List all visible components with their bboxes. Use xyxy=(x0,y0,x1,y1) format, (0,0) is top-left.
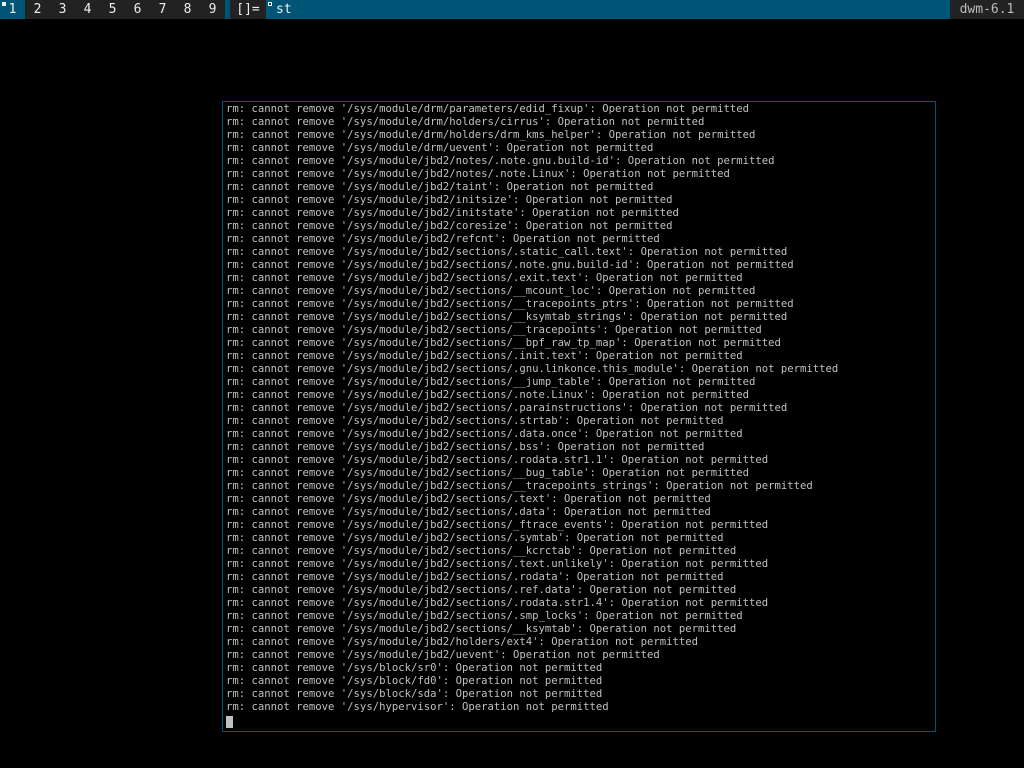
terminal-line: rm: cannot remove '/sys/module/jbd2/sect… xyxy=(226,597,769,609)
terminal-line: rm: cannot remove '/sys/hypervisor': Ope… xyxy=(226,701,609,713)
terminal-line: rm: cannot remove '/sys/module/jbd2/sect… xyxy=(226,298,794,310)
terminal-line: rm: cannot remove '/sys/module/jbd2/sect… xyxy=(226,467,749,479)
terminal-line: rm: cannot remove '/sys/module/jbd2/sect… xyxy=(226,428,743,440)
terminal-line: rm: cannot remove '/sys/module/jbd2/sect… xyxy=(226,454,769,466)
tag-8[interactable]: 8 xyxy=(175,0,200,19)
terminal-line: rm: cannot remove '/sys/module/jbd2/sect… xyxy=(226,415,724,427)
terminal-line: rm: cannot remove '/sys/module/jbd2/tain… xyxy=(226,181,654,193)
terminal-line: rm: cannot remove '/sys/module/jbd2/ueve… xyxy=(226,649,660,661)
layout-symbol[interactable]: []= xyxy=(230,0,266,19)
terminal-line: rm: cannot remove '/sys/module/drm/holde… xyxy=(226,116,705,128)
terminal-line: rm: cannot remove '/sys/module/jbd2/sect… xyxy=(226,584,737,596)
floating-indicator-icon xyxy=(268,2,272,6)
terminal-line: rm: cannot remove '/sys/module/jbd2/core… xyxy=(226,220,673,232)
window-title: st xyxy=(276,2,292,17)
terminal-line: rm: cannot remove '/sys/module/jbd2/sect… xyxy=(226,376,756,388)
tag-7[interactable]: 7 xyxy=(150,0,175,19)
terminal-line: rm: cannot remove '/sys/module/jbd2/sect… xyxy=(226,532,724,544)
tag-4[interactable]: 4 xyxy=(75,0,100,19)
terminal-line: rm: cannot remove '/sys/module/jbd2/sect… xyxy=(226,259,794,271)
terminal-line: rm: cannot remove '/sys/module/jbd2/sect… xyxy=(226,480,813,492)
tag-9[interactable]: 9 xyxy=(200,0,225,19)
terminal-line: rm: cannot remove '/sys/module/drm/ueven… xyxy=(226,142,654,154)
terminal-line: rm: cannot remove '/sys/module/jbd2/sect… xyxy=(226,389,749,401)
tag-3[interactable]: 3 xyxy=(50,0,75,19)
terminal-window[interactable]: rm: cannot remove '/sys/module/drm/param… xyxy=(222,101,936,732)
terminal-line: rm: cannot remove '/sys/module/jbd2/init… xyxy=(226,207,679,219)
terminal-line: rm: cannot remove '/sys/module/jbd2/sect… xyxy=(226,441,705,453)
terminal-line: rm: cannot remove '/sys/module/jbd2/sect… xyxy=(226,545,737,557)
terminal-line: rm: cannot remove '/sys/module/jbd2/init… xyxy=(226,194,673,206)
terminal-line: rm: cannot remove '/sys/module/jbd2/sect… xyxy=(226,324,762,336)
terminal-line: rm: cannot remove '/sys/block/fd0': Oper… xyxy=(226,675,603,687)
terminal-line: rm: cannot remove '/sys/module/jbd2/sect… xyxy=(226,610,743,622)
tag-6[interactable]: 6 xyxy=(125,0,150,19)
terminal-line: rm: cannot remove '/sys/block/sda': Oper… xyxy=(226,688,603,700)
terminal-output: rm: cannot remove '/sys/module/drm/param… xyxy=(226,103,932,728)
terminal-line: rm: cannot remove '/sys/module/jbd2/sect… xyxy=(226,493,711,505)
terminal-line: rm: cannot remove '/sys/module/jbd2/sect… xyxy=(226,571,724,583)
terminal-line: rm: cannot remove '/sys/module/jbd2/sect… xyxy=(226,506,711,518)
terminal-line: rm: cannot remove '/sys/module/drm/param… xyxy=(226,103,749,115)
tag-2[interactable]: 2 xyxy=(25,0,50,19)
occupied-indicator-icon xyxy=(2,2,6,6)
terminal-line: rm: cannot remove '/sys/module/drm/holde… xyxy=(226,129,756,141)
terminal-line: rm: cannot remove '/sys/module/jbd2/sect… xyxy=(226,337,781,349)
terminal-line: rm: cannot remove '/sys/module/jbd2/sect… xyxy=(226,623,737,635)
terminal-line: rm: cannot remove '/sys/module/jbd2/note… xyxy=(226,155,775,167)
terminal-line: rm: cannot remove '/sys/block/sr0': Oper… xyxy=(226,662,603,674)
terminal-line: rm: cannot remove '/sys/module/jbd2/sect… xyxy=(226,558,769,570)
tag-1[interactable]: 1 xyxy=(0,0,25,19)
terminal-line: rm: cannot remove '/sys/module/jbd2/sect… xyxy=(226,363,839,375)
terminal-line: rm: cannot remove '/sys/module/jbd2/sect… xyxy=(226,272,743,284)
tag-5[interactable]: 5 xyxy=(100,0,125,19)
terminal-line: rm: cannot remove '/sys/module/jbd2/hold… xyxy=(226,636,698,648)
terminal-cursor xyxy=(226,716,233,728)
terminal-line: rm: cannot remove '/sys/module/jbd2/sect… xyxy=(226,350,743,362)
terminal-line: rm: cannot remove '/sys/module/jbd2/note… xyxy=(226,168,730,180)
status-bar: 123456789 []= st dwm-6.1 xyxy=(0,0,1024,19)
terminal-line: rm: cannot remove '/sys/module/jbd2/refc… xyxy=(226,233,660,245)
terminal-line: rm: cannot remove '/sys/module/jbd2/sect… xyxy=(226,246,788,258)
window-title-area: st xyxy=(266,0,950,19)
terminal-line: rm: cannot remove '/sys/module/jbd2/sect… xyxy=(226,285,756,297)
terminal-line: rm: cannot remove '/sys/module/jbd2/sect… xyxy=(226,402,788,414)
status-text: dwm-6.1 xyxy=(950,0,1024,19)
terminal-line: rm: cannot remove '/sys/module/jbd2/sect… xyxy=(226,519,769,531)
terminal-line: rm: cannot remove '/sys/module/jbd2/sect… xyxy=(226,311,788,323)
